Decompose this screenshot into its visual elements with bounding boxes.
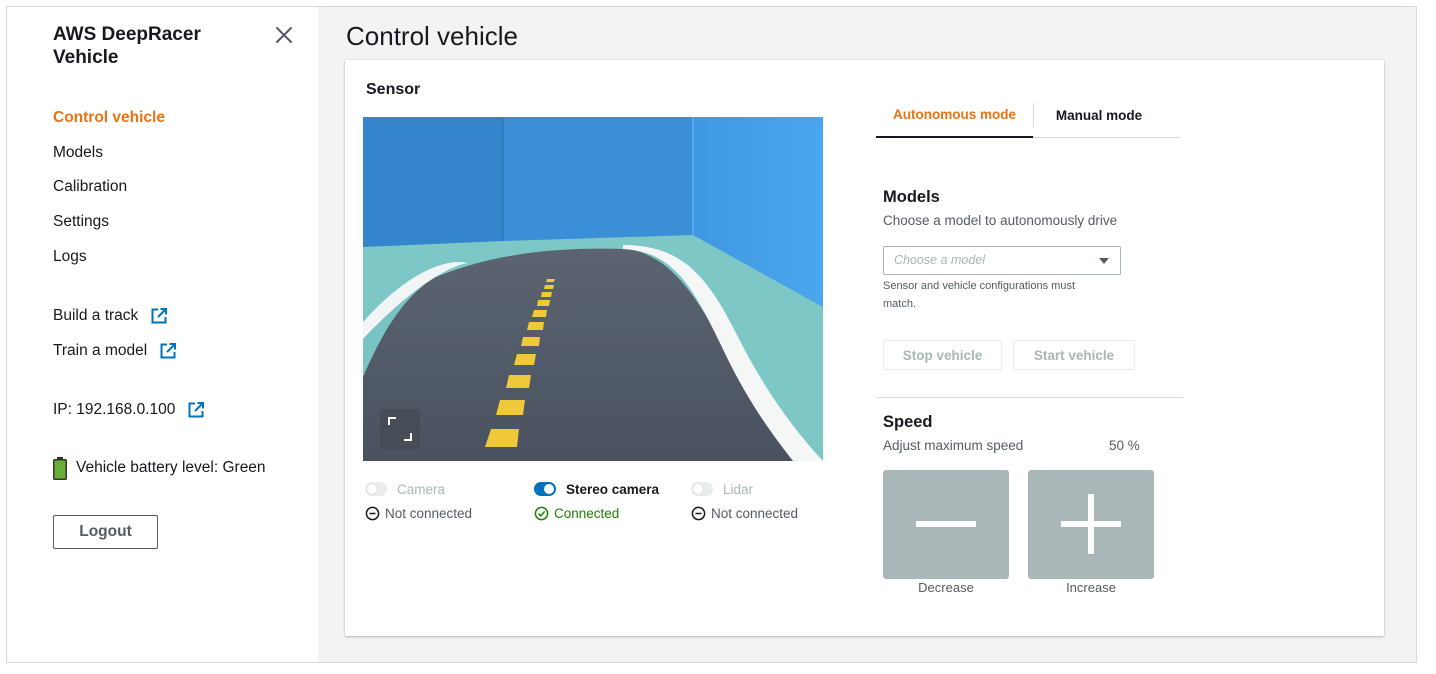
speed-title: Speed	[883, 413, 933, 431]
lidar-status-text: Not connected	[711, 505, 799, 521]
sensor-stereo-camera: Stereo camera Connected	[534, 480, 659, 522]
external-links: Build a track Train a model	[53, 305, 177, 375]
sidebar-item-settings[interactable]: Settings	[53, 212, 165, 232]
caret-down-icon	[1099, 258, 1109, 264]
section-divider	[876, 397, 1183, 398]
logout-button[interactable]: Logout	[53, 515, 158, 549]
plus-icon	[1061, 494, 1121, 554]
lidar-toggle[interactable]	[691, 482, 713, 496]
control-panel: Sensor Camera Not connected Stereo camer…	[345, 60, 1384, 636]
check-circle-icon	[534, 506, 549, 520]
sensor-camera: Camera Not connected	[365, 480, 472, 522]
stereo-camera-status-text: Connected	[554, 505, 620, 521]
brand-title: AWS DeepRacer Vehicle	[53, 24, 201, 68]
fullscreen-icon	[388, 417, 412, 441]
external-link-icon	[187, 401, 205, 419]
lidar-status: Not connected	[691, 504, 798, 522]
sidebar-item-models[interactable]: Models	[53, 143, 165, 163]
ip-address-link[interactable]: IP: 192.168.0.100	[53, 399, 205, 421]
camera-feed	[363, 117, 823, 461]
models-description: Choose a model to autonomously drive	[883, 213, 1118, 228]
camera-toggle[interactable]	[365, 482, 387, 496]
battery-status: Vehicle battery level: Green	[53, 456, 266, 480]
speed-description: Adjust maximum speed	[883, 438, 1024, 453]
speed-value: 50 %	[1109, 438, 1140, 453]
not-connected-icon	[365, 506, 380, 520]
tab-autonomous-mode[interactable]: Autonomous mode	[876, 92, 1033, 138]
increase-speed-button[interactable]	[1028, 470, 1154, 579]
camera-status: Not connected	[365, 504, 472, 522]
external-link-icon	[159, 342, 177, 360]
build-track-link[interactable]: Build a track	[53, 305, 177, 327]
camera-label: Camera	[397, 481, 446, 497]
stereo-camera-toggle[interactable]	[534, 482, 556, 496]
ip-address-label: IP: 192.168.0.100	[53, 401, 176, 418]
stereo-camera-status: Connected	[534, 504, 659, 522]
decrease-label: Decrease	[918, 580, 974, 595]
sidebar-nav: Control vehicle Models Calibration Setti…	[53, 108, 165, 281]
minus-icon	[916, 521, 976, 527]
stop-vehicle-button[interactable]: Stop vehicle	[883, 340, 1002, 370]
lidar-label: Lidar	[723, 481, 754, 497]
sensor-lidar: Lidar Not connected	[691, 480, 798, 522]
not-connected-icon	[691, 506, 706, 520]
train-model-link[interactable]: Train a model	[53, 340, 177, 362]
sidebar-item-control-vehicle[interactable]: Control vehicle	[53, 108, 165, 128]
model-select[interactable]: Choose a model	[883, 246, 1121, 275]
train-model-label: Train a model	[53, 342, 148, 359]
tab-manual-mode[interactable]: Manual mode	[1034, 92, 1164, 138]
start-vehicle-button[interactable]: Start vehicle	[1013, 340, 1135, 370]
model-hint: Sensor and vehicle configurations must m…	[883, 280, 1075, 310]
external-link-icon	[150, 307, 168, 325]
sidebar-item-logs[interactable]: Logs	[53, 247, 165, 267]
mode-tabs: Autonomous mode Manual mode	[876, 92, 1181, 138]
battery-label: Vehicle battery level: Green	[76, 459, 266, 476]
sidebar: AWS DeepRacer Vehicle Control vehicle Mo…	[7, 7, 318, 662]
build-track-label: Build a track	[53, 307, 139, 324]
sensor-title: Sensor	[366, 81, 421, 98]
model-select-placeholder: Choose a model	[894, 253, 986, 267]
camera-status-text: Not connected	[385, 505, 473, 521]
models-title: Models	[883, 188, 940, 206]
close-icon[interactable]	[273, 24, 295, 46]
sidebar-item-calibration[interactable]: Calibration	[53, 177, 165, 197]
fullscreen-button[interactable]	[380, 409, 420, 449]
stereo-camera-label: Stereo camera	[566, 481, 660, 497]
app-frame: AWS DeepRacer Vehicle Control vehicle Mo…	[6, 6, 1417, 663]
decrease-speed-button[interactable]	[883, 470, 1009, 579]
increase-label: Increase	[1066, 580, 1116, 595]
page-title: Control vehicle	[346, 21, 518, 51]
battery-icon	[53, 456, 67, 480]
